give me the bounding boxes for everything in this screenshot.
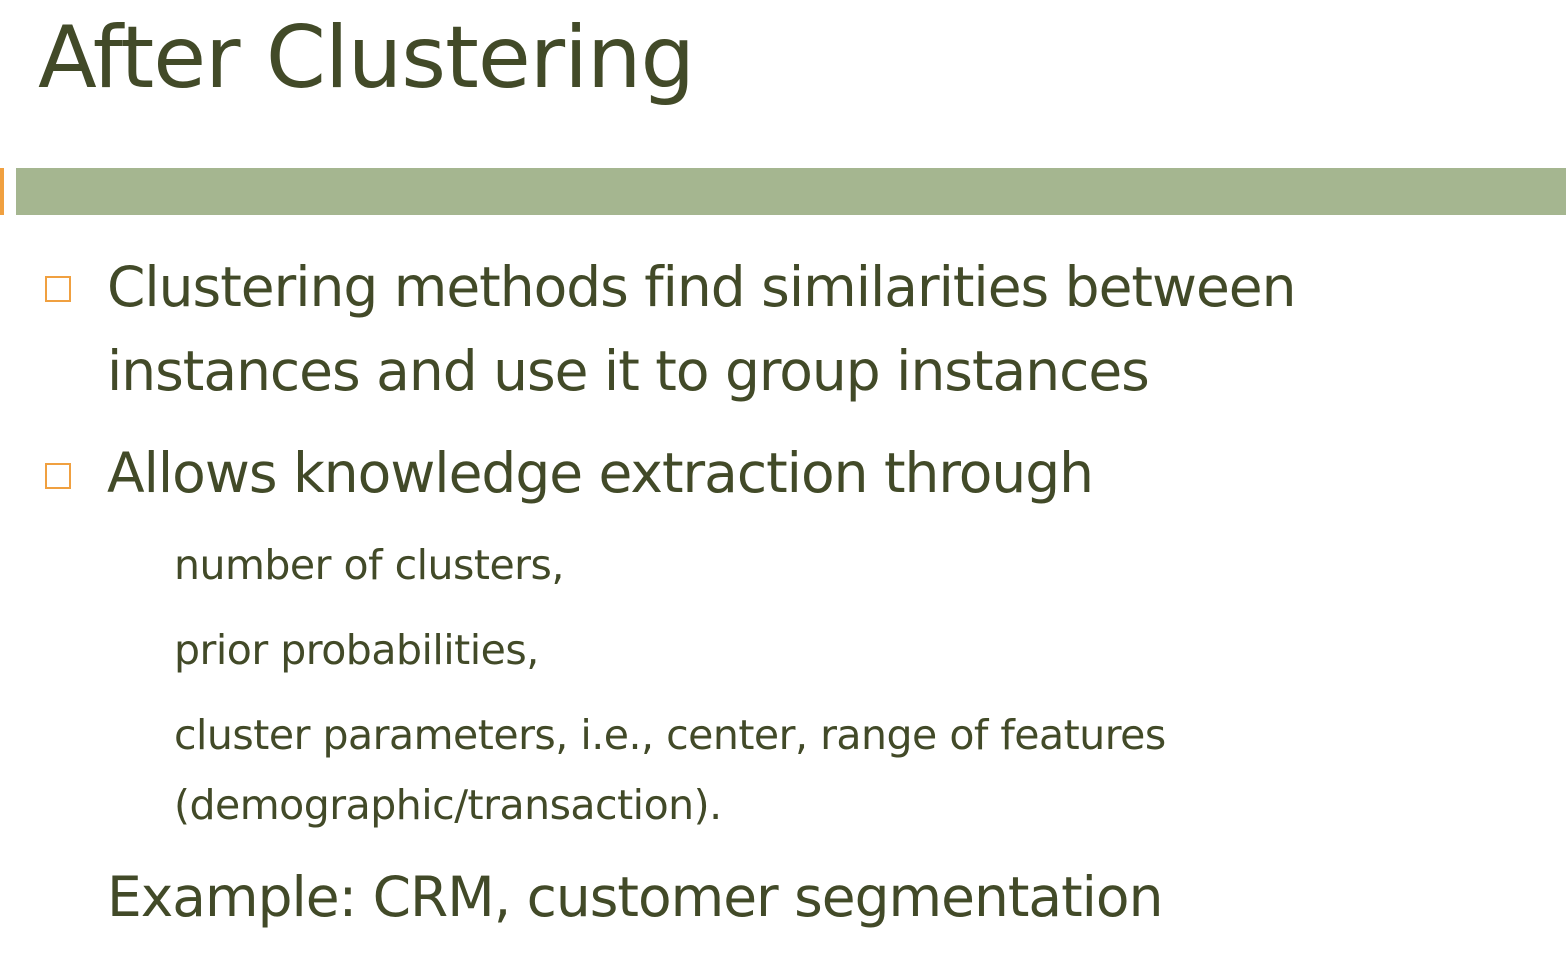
sub-item-prior-probabilities: prior probabilities,	[174, 626, 539, 674]
hollow-square-bullet-icon	[45, 463, 71, 489]
hollow-square-bullet-icon	[45, 276, 71, 302]
bullet-1-line-2: instances and use it to group instances	[107, 339, 1150, 403]
sub-item-number-of-clusters: number of clusters,	[174, 541, 564, 589]
sub-item-cluster-parameters-cont: (demographic/transaction).	[174, 781, 722, 829]
title-divider-band	[16, 168, 1566, 215]
bullet-2-line-1: Allows knowledge extraction through	[107, 441, 1094, 505]
example-line: Example: CRM, customer segmentation	[107, 865, 1163, 929]
accent-mark	[0, 168, 4, 215]
bullet-1-line-1: Clustering methods find similarities bet…	[107, 255, 1297, 319]
slide-title: After Clustering	[38, 8, 695, 108]
sub-item-cluster-parameters: cluster parameters, i.e., center, range …	[174, 711, 1166, 759]
